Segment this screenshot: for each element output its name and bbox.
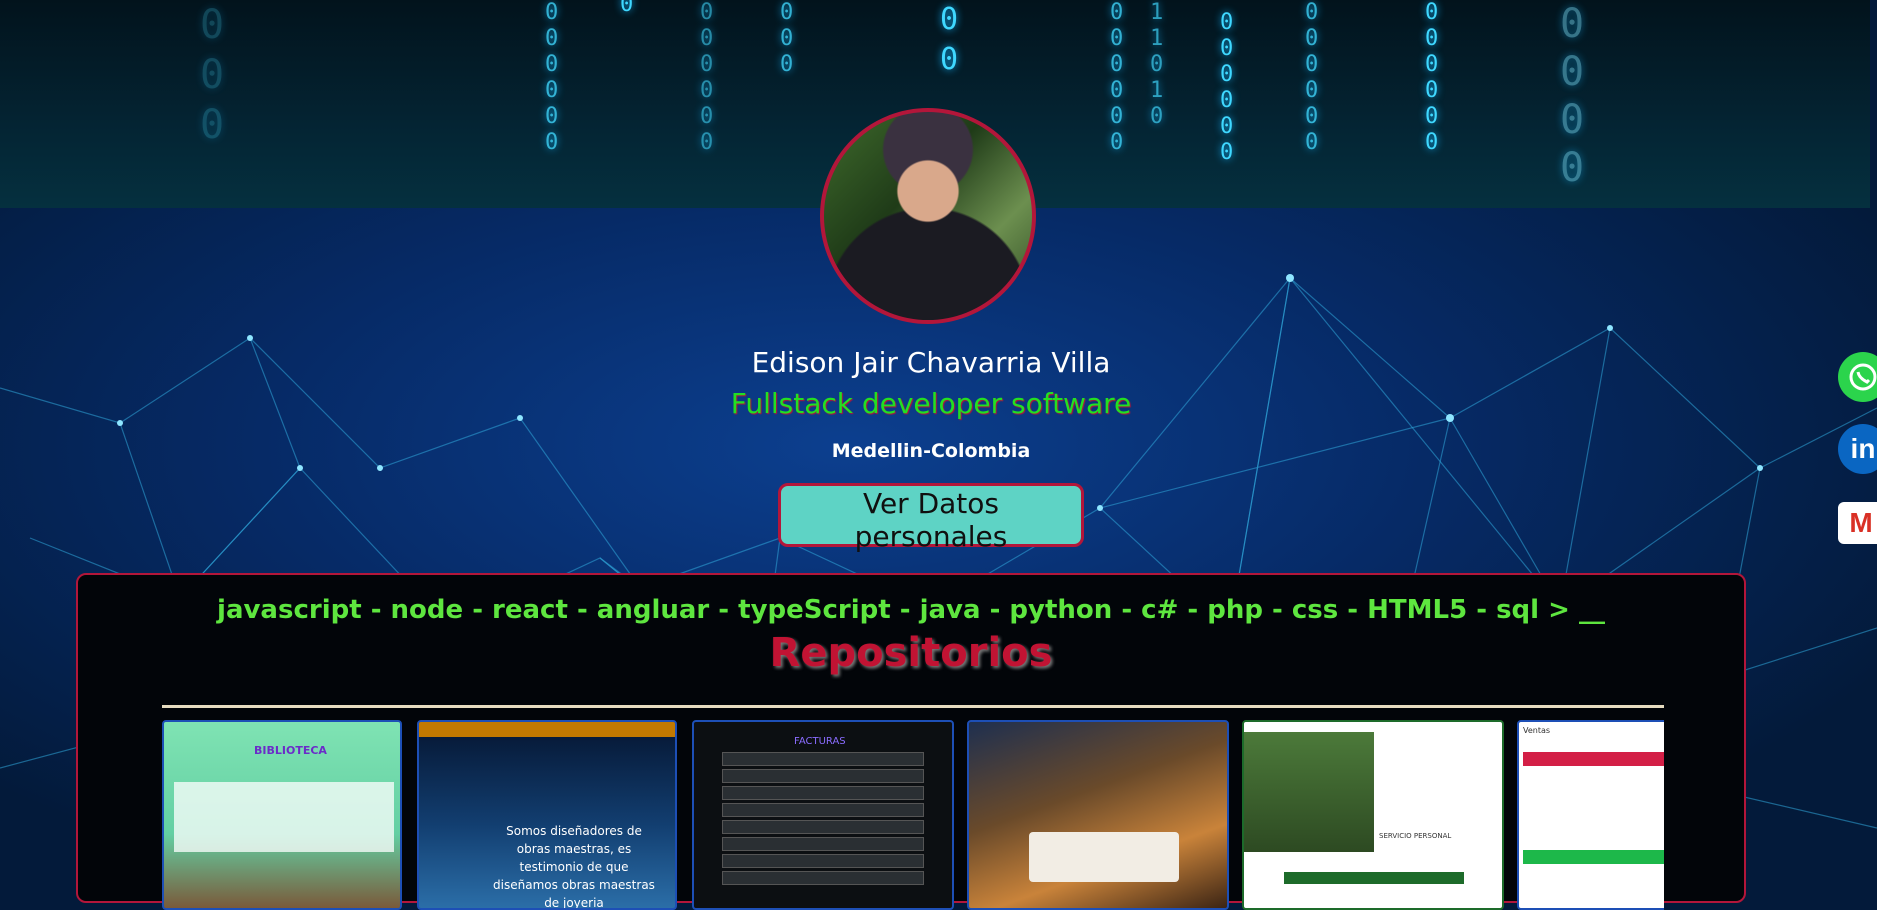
repositories-divider <box>162 705 1664 708</box>
whatsapp-glyph <box>1849 363 1877 391</box>
repo-thumb-field <box>722 854 924 868</box>
repo-thumb-field <box>722 786 924 800</box>
code-rain-column: 0 0 0 0 0 0 <box>700 0 714 155</box>
repo-thumb-facturas[interactable]: FACTURAS <box>692 720 954 910</box>
repo-thumb-jewelry[interactable]: Somos diseñadores de obras maestras, es … <box>417 720 677 910</box>
repositories-title: Repositorios <box>769 630 1053 676</box>
repo-thumb-bar <box>1284 872 1464 884</box>
repo-thumb-label: FACTURAS <box>794 736 846 747</box>
code-rain-column: 0 0 0 0 0 0 <box>1305 0 1319 155</box>
code-rain-column: 0 0 0 0 0 0 <box>545 0 559 155</box>
repo-thumb-table <box>174 782 394 852</box>
code-rain-column: 0 0 0 0 0 0 <box>1220 10 1234 165</box>
repo-thumb-label: Ventas <box>1523 726 1551 735</box>
repo-thumb-field <box>722 820 924 834</box>
repo-thumb-field <box>722 803 924 817</box>
repo-thumb-label: Somos diseñadores de obras maestras, es … <box>493 824 655 910</box>
code-rain-column: 0 0 0 <box>200 2 225 148</box>
code-rain-column: 1 1 0 1 0 <box>1150 0 1164 129</box>
code-rain-column: 0 0 0 0 0 0 <box>1425 0 1439 155</box>
repo-thumb-label: SERVICIO PERSONAL <box>1379 832 1452 840</box>
repo-thumb-ventas[interactable]: Ventas <box>1517 720 1664 910</box>
profile-name: Edison Jair Chavarria Villa <box>751 346 1111 379</box>
code-rain-column: 0 0 0 0 <box>1560 1 1585 191</box>
profile-location: Medellin-Colombia <box>831 440 1031 462</box>
skills-line: javascript - node - react - angluar - ty… <box>217 595 1605 625</box>
repo-thumb-field <box>722 752 924 766</box>
repo-thumb-bar <box>1523 850 1664 864</box>
profile-avatar <box>820 108 1036 324</box>
repo-thumb-label: BIBLIOTECA <box>254 744 327 757</box>
code-rain-column: 0 0 <box>940 2 959 77</box>
repo-thumb-photo <box>1244 732 1374 852</box>
repo-thumb-field <box>722 769 924 783</box>
repository-gallery[interactable]: BIBLIOTECA Somos diseñadores de obras ma… <box>162 720 1664 910</box>
code-rain-column: 0 <box>620 0 634 17</box>
repo-thumb-biblioteca[interactable]: BIBLIOTECA <box>162 720 402 910</box>
profile-role: Fullstack developer software <box>730 387 1132 420</box>
gmail-icon[interactable]: M <box>1838 502 1877 544</box>
repo-thumb-hotel[interactable] <box>967 720 1229 910</box>
repo-thumb-bar <box>1523 752 1664 766</box>
view-personal-data-button[interactable]: Ver Datos personales <box>778 483 1084 553</box>
repo-thumb-field <box>722 837 924 851</box>
code-rain-column: 0 0 0 <box>780 0 794 77</box>
code-rain-column: 0 0 0 0 0 0 <box>1110 0 1124 155</box>
repo-thumb-bed <box>1029 832 1179 882</box>
repo-thumb-catering[interactable]: SERVICIO PERSONAL <box>1242 720 1504 910</box>
repo-thumb-field <box>722 871 924 885</box>
repositories-panel: javascript - node - react - angluar - ty… <box>76 573 1746 910</box>
